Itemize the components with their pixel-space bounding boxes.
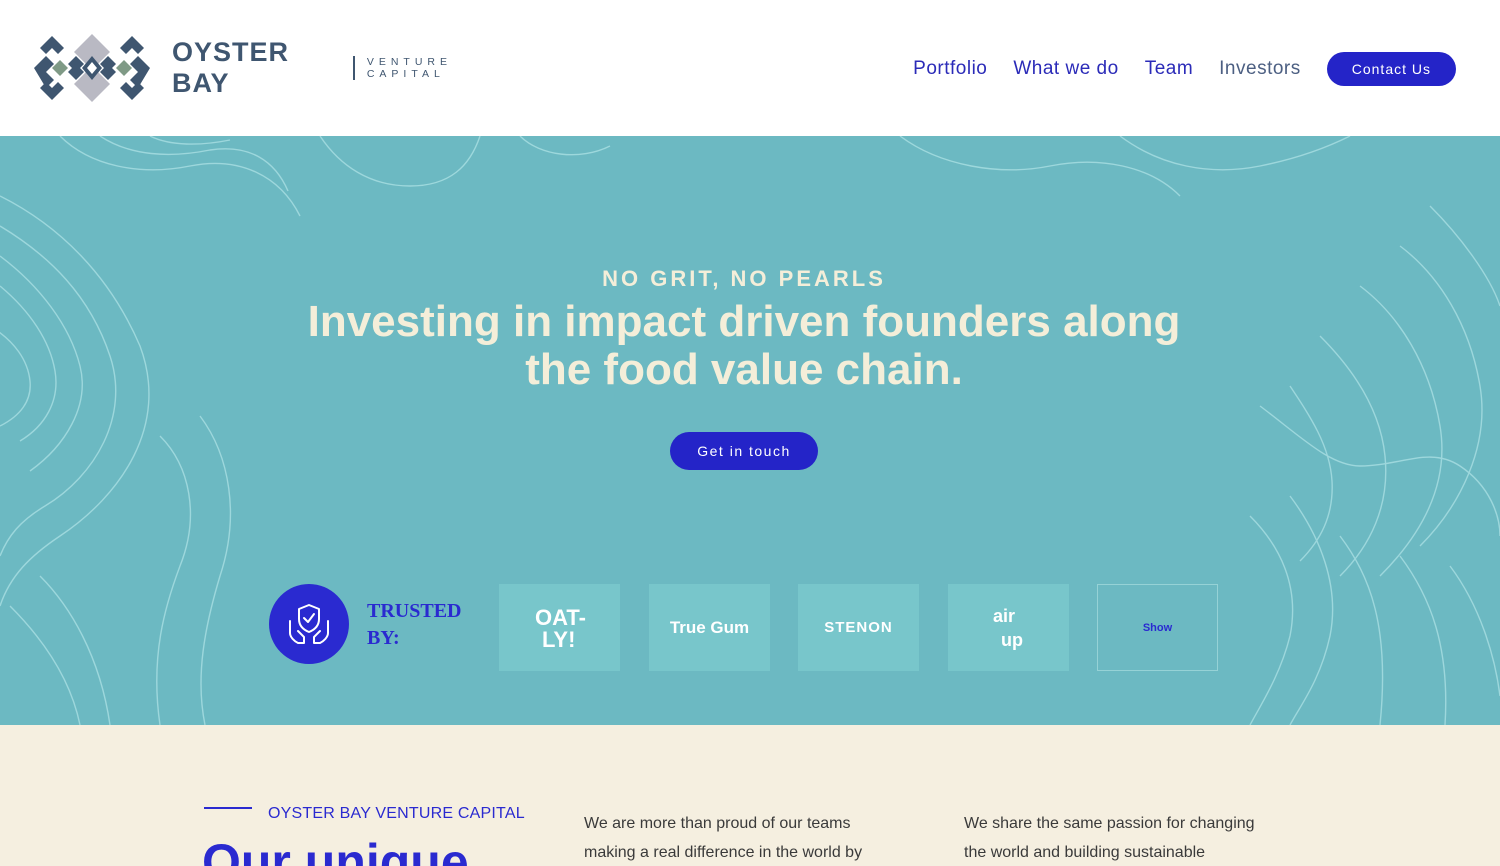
brand-name: OYSTER BAY [172, 37, 290, 98]
svg-text:LY!: LY! [542, 627, 575, 652]
nav-item-portfolio[interactable]: Portfolio [913, 58, 987, 80]
brand-divider [352, 56, 355, 80]
about-column-1: We are more than proud of our teams maki… [584, 809, 904, 866]
oyster-bay-emblem-icon [34, 34, 150, 102]
stenon-logo[interactable]: STENON [798, 584, 919, 671]
airup-logo[interactable]: air up [948, 584, 1069, 671]
truegum-logo[interactable]: True Gum [649, 584, 770, 671]
contact-us-button[interactable]: Contact Us [1326, 52, 1456, 86]
about-heading: Our unique [202, 834, 469, 866]
oatly-logo-mark: OAT- LY! [535, 605, 586, 652]
trusted-label-line2: BY: [367, 627, 400, 649]
brand-logo[interactable]: OYSTER BAY VENTURE CAPITAL [32, 32, 452, 104]
show-more-logos[interactable]: Show [1097, 584, 1218, 671]
brand-subtitle: VENTURE CAPITAL [367, 56, 452, 80]
nav-item-team[interactable]: Team [1145, 58, 1193, 80]
trusted-label-line1: TRUSTED [367, 600, 462, 622]
get-in-touch-button[interactable]: Get in touch [670, 432, 818, 470]
section-rule [204, 807, 252, 809]
hero-headline-line2: the food value chain. [525, 345, 963, 394]
hero-eyebrow: NO GRIT, NO PEARLS [602, 266, 886, 291]
brand-subtitle-line1: VENTURE [366, 56, 452, 68]
trusted-badge [269, 584, 349, 664]
hero-headline: Investing in impact driven founders alon… [200, 298, 1288, 394]
nav-item-what-we-do[interactable]: What we do [1013, 58, 1118, 80]
hero-section: NO GRIT, NO PEARLS Investing in impact d… [0, 136, 1500, 725]
main-nav: Portfolio What we do Team Investors Cont… [913, 52, 1456, 86]
about-column-2: We share the same passion for changing t… [964, 809, 1284, 866]
svg-text:up: up [1001, 630, 1023, 650]
hero-headline-line1: Investing in impact driven founders alon… [307, 297, 1181, 346]
nav-item-investors[interactable]: Investors [1219, 58, 1301, 80]
about-col1-line2: making a real difference in the world by [584, 844, 863, 861]
about-section: OYSTER BAY VENTURE CAPITAL Our unique We… [0, 725, 1500, 866]
about-col1-line1: We are more than proud of our teams [584, 815, 851, 832]
about-eyebrow: OYSTER BAY VENTURE CAPITAL [268, 805, 525, 822]
show-label: Show [1142, 621, 1173, 634]
about-col2-line2: the world and building sustainable [964, 844, 1206, 861]
about-col2-line1: We share the same passion for changing [964, 815, 1255, 832]
site-header: OYSTER BAY VENTURE CAPITAL Portfolio Wha… [0, 0, 1500, 136]
svg-text:air: air [993, 606, 1015, 626]
brand-subtitle-line2: CAPITAL [366, 68, 445, 80]
hands-shield-check-icon [289, 604, 329, 644]
airup-logo-mark: air up [993, 606, 1023, 650]
oatly-logo[interactable]: OAT- LY! [499, 584, 620, 671]
trusted-by-label: TRUSTED BY: [367, 598, 487, 652]
